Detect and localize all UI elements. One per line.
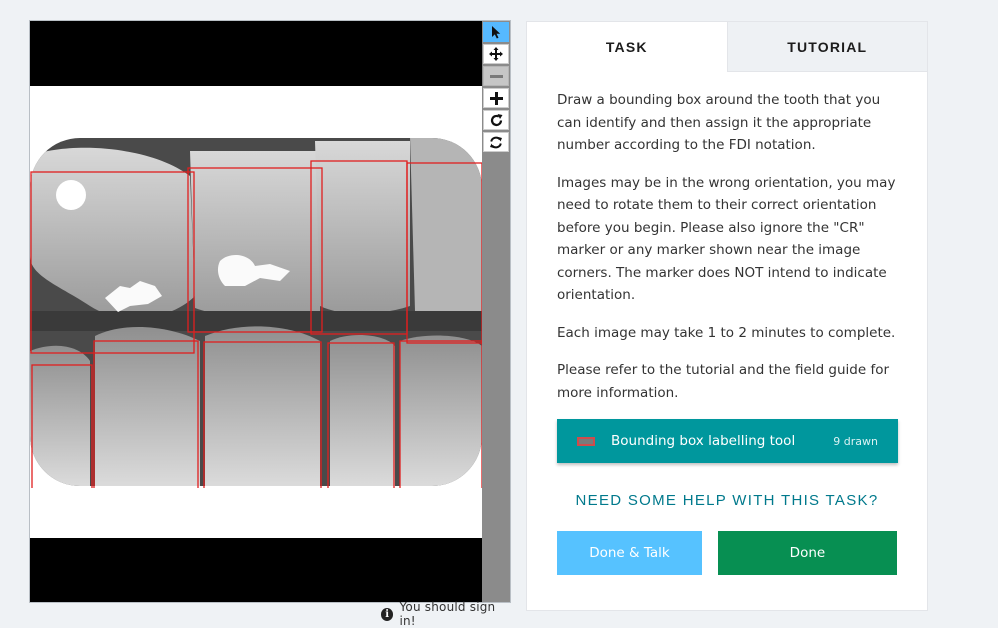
zoom-in-icon — [489, 91, 503, 105]
sign-in-notice: i You should sign in! — [381, 600, 511, 628]
bounding-box-tool-button[interactable]: Bounding box labelling tool 9 drawn — [557, 419, 898, 463]
reset-button[interactable] — [483, 132, 509, 152]
move-tool-button[interactable] — [483, 44, 509, 64]
done-and-talk-button[interactable]: Done & Talk — [557, 531, 702, 575]
select-tool-button[interactable] — [483, 22, 509, 42]
task-instruction: Images may be in the wrong orientation, … — [557, 174, 896, 304]
zoom-out-button[interactable] — [483, 66, 509, 86]
rotate-button[interactable] — [483, 110, 509, 130]
drawn-count: 9 drawn — [833, 434, 878, 448]
select-pointer-icon — [492, 26, 501, 39]
rotate-icon — [490, 113, 502, 126]
viewer-toolbar — [482, 21, 510, 602]
task-instruction: Draw a bounding box around the tooth tha… — [557, 92, 881, 153]
image-viewer[interactable] — [29, 20, 511, 603]
canvas-margin-top — [30, 86, 482, 137]
move-icon — [489, 47, 503, 61]
info-icon: i — [381, 607, 394, 621]
zoom-in-button[interactable] — [483, 88, 509, 108]
task-instruction: Please refer to the tutorial and the fie… — [557, 362, 890, 401]
tab-task[interactable]: TASK — [527, 22, 727, 72]
panel-tabs: TASK TUTORIAL — [527, 22, 927, 72]
task-panel: TASK TUTORIAL Draw a bounding box around… — [526, 21, 928, 611]
reset-icon — [490, 136, 502, 148]
task-instruction: Each image may take 1 to 2 minutes to co… — [557, 324, 896, 341]
letterbox-bottom — [30, 538, 482, 602]
help-link[interactable]: NEED SOME HELP WITH THIS TASK? — [557, 492, 897, 509]
dental-xray-image[interactable] — [30, 136, 482, 488]
letterbox-top — [30, 21, 482, 86]
tool-label: Bounding box labelling tool — [611, 433, 796, 449]
task-actions: Done & Talk Done — [557, 531, 897, 575]
zoom-out-icon — [489, 74, 503, 78]
task-content: Draw a bounding box around the tooth tha… — [527, 72, 927, 575]
tab-tutorial[interactable]: TUTORIAL — [726, 22, 927, 72]
bounding-box-swatch-icon — [577, 436, 595, 446]
done-button[interactable]: Done — [717, 531, 897, 575]
sign-in-text: You should sign in! — [399, 600, 496, 628]
canvas-margin-bottom — [30, 488, 482, 538]
